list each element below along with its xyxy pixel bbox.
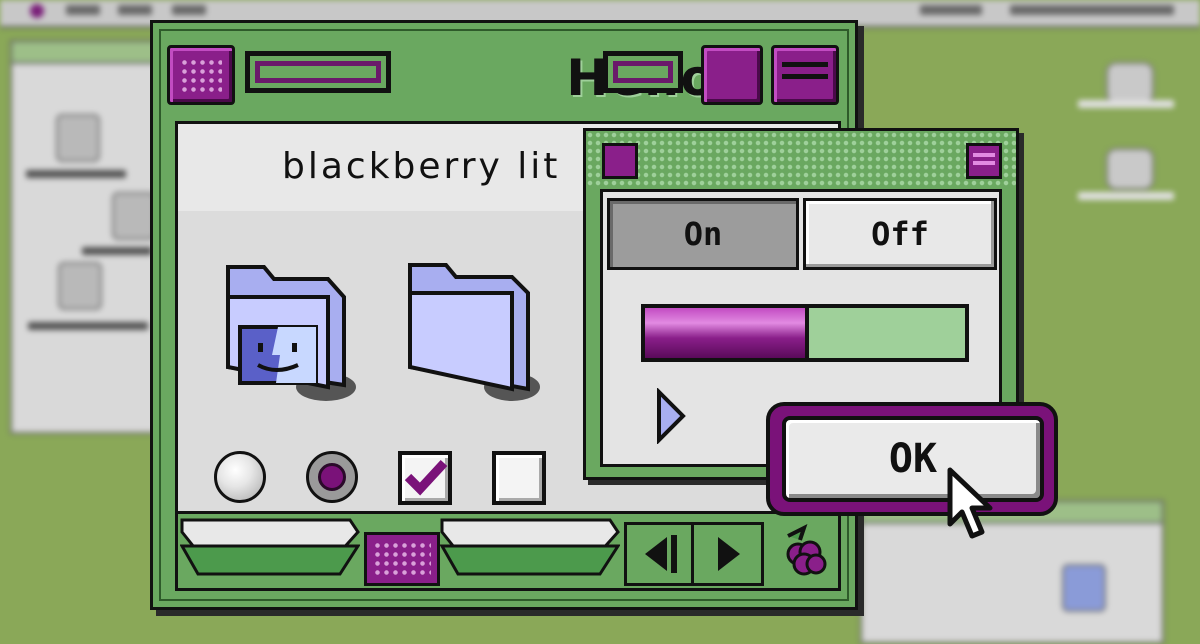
title-decoration-left — [245, 51, 391, 93]
close-box-button[interactable] — [167, 45, 235, 105]
desktop-app-icon[interactable] — [1106, 148, 1154, 190]
bg-doc-icon — [58, 262, 102, 310]
apple-menu-icon[interactable] — [30, 4, 44, 18]
bg-app-label — [82, 247, 152, 255]
palette-collapse-box[interactable] — [966, 143, 1002, 179]
blackberry-icon — [786, 524, 827, 576]
palette-close-box[interactable] — [602, 143, 638, 179]
right-arrow-icon[interactable] — [694, 525, 758, 583]
checkbox-unchecked[interactable] — [492, 451, 546, 505]
menu-item-help[interactable] — [172, 5, 206, 15]
ok-button[interactable]: OK — [782, 416, 1044, 502]
purple-tab-chip[interactable] — [364, 532, 440, 586]
progress-bar-fill — [645, 308, 809, 358]
bg-file-icon — [56, 114, 100, 162]
folder-icon[interactable] — [400, 257, 540, 407]
zoom-box-button[interactable] — [701, 45, 763, 105]
collapse-box-button[interactable] — [771, 45, 839, 105]
ok-button-frame: OK — [766, 402, 1058, 516]
background-window — [10, 40, 164, 434]
background-window-2 — [860, 500, 1164, 644]
checkmark-icon — [404, 459, 448, 496]
tab-left[interactable] — [180, 518, 360, 582]
desktop-disk-icon[interactable] — [1106, 62, 1154, 104]
desktop-disk-label — [1078, 100, 1174, 108]
title-bar[interactable]: Hello! — [153, 23, 855, 123]
segment-on-button[interactable]: On — [607, 198, 799, 270]
progress-bar — [641, 304, 969, 362]
bg-doc-label — [28, 322, 148, 330]
bg-file-label — [26, 170, 126, 178]
menu-clock — [920, 5, 982, 15]
radio-button-unselected[interactable] — [214, 451, 266, 503]
title-decoration-right — [603, 51, 683, 93]
bottom-toolbar — [175, 511, 841, 591]
menu-item-edit[interactable] — [118, 5, 152, 15]
menu-app-name — [1010, 5, 1174, 15]
bg-folder-icon — [1062, 564, 1106, 612]
checkbox-checked[interactable] — [398, 451, 452, 505]
left-arrow-icon[interactable] — [627, 525, 691, 583]
pointer-cursor-icon — [947, 467, 993, 539]
arrow-buttons — [624, 522, 764, 586]
menu-item-file[interactable] — [66, 5, 100, 15]
segment-off-button[interactable]: Off — [803, 198, 997, 270]
desktop-app-label — [1078, 192, 1174, 200]
header-text: blackberry lit — [282, 146, 561, 187]
finder-folder-icon[interactable] — [216, 257, 356, 407]
palette-title-bar[interactable] — [586, 131, 1016, 187]
radio-button-selected[interactable] — [306, 451, 358, 503]
tab-right[interactable] — [440, 518, 620, 582]
disclosure-triangle-icon[interactable] — [655, 388, 689, 444]
